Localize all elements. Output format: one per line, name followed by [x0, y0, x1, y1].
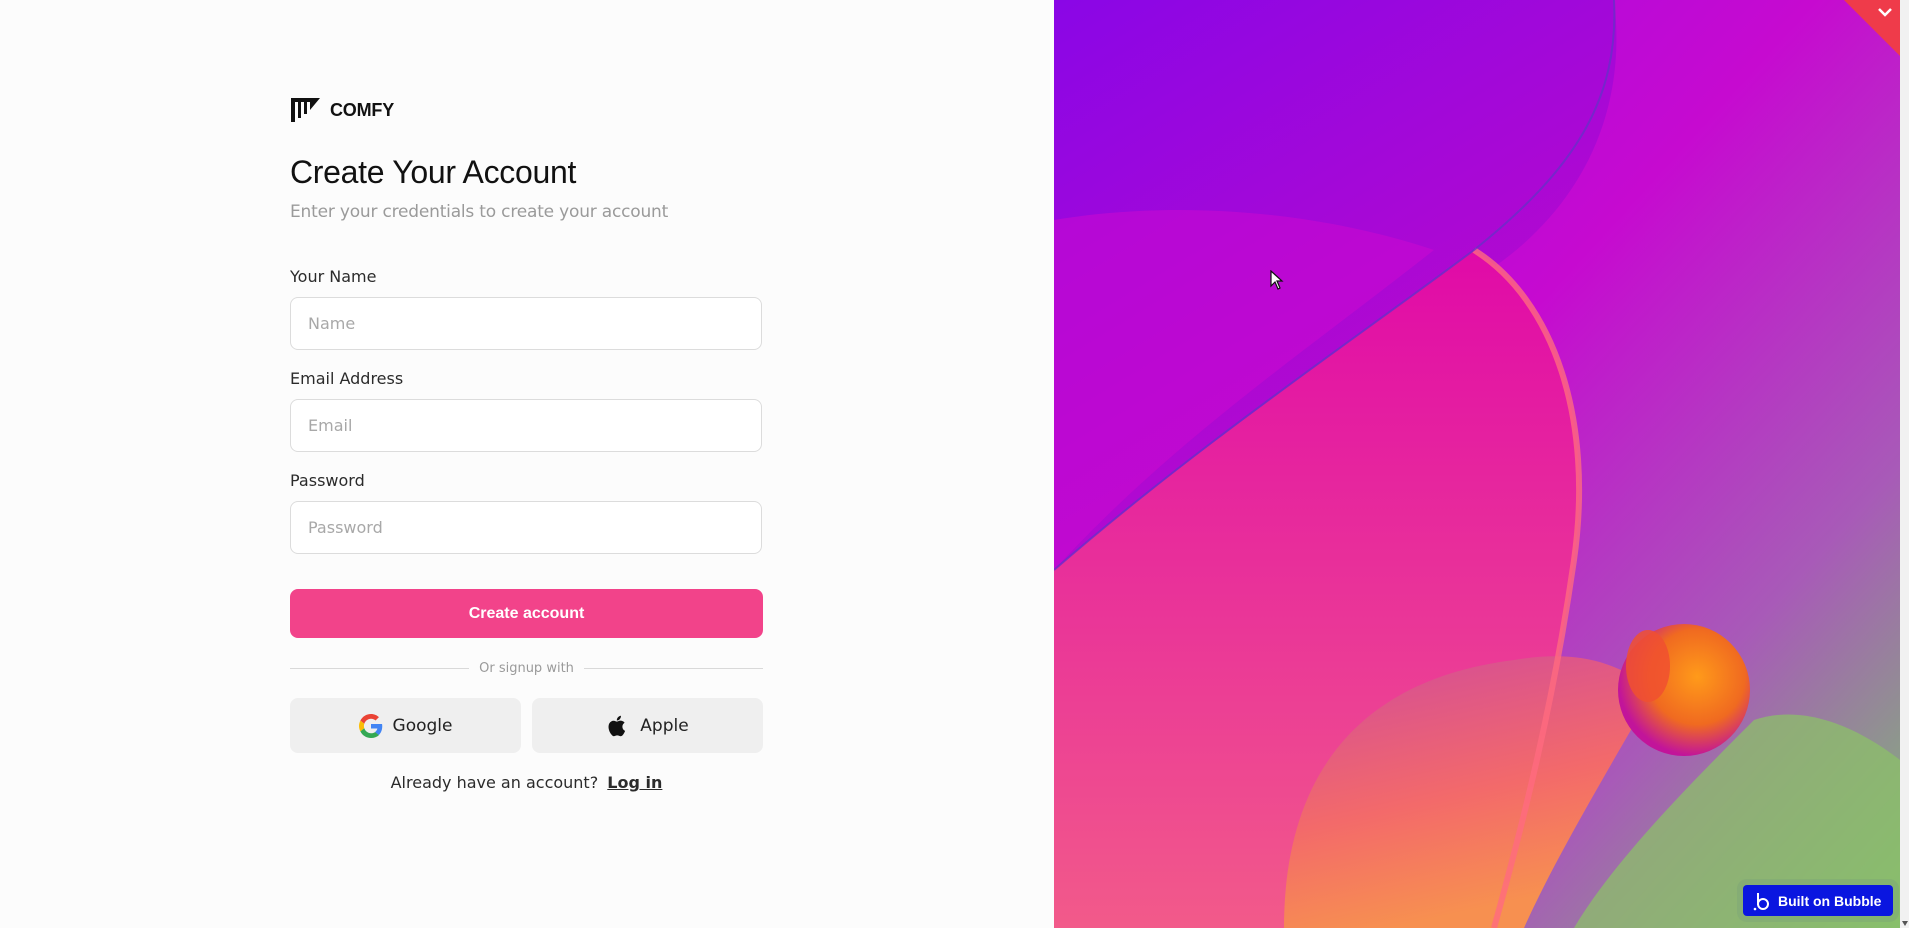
- built-on-bubble-badge[interactable]: Built on Bubble: [1743, 885, 1894, 916]
- hero-art-panel: [1054, 0, 1900, 928]
- login-link[interactable]: Log in: [607, 773, 662, 792]
- comfy-logo-icon: [291, 98, 320, 122]
- password-label: Password: [290, 471, 365, 490]
- login-prompt: Already have an account?: [390, 773, 599, 792]
- login-row: Already have an account? Log in: [290, 773, 763, 792]
- create-account-button[interactable]: Create account: [290, 589, 763, 638]
- corner-ribbon[interactable]: [1844, 0, 1900, 56]
- brand: COMFY: [290, 96, 394, 124]
- divider-line-right: [583, 667, 764, 669]
- apple-label: Apple: [640, 715, 689, 736]
- signup-panel: COMFY Create Your Account Enter your cre…: [0, 0, 1054, 928]
- page-subtitle: Enter your credentials to create your ac…: [290, 202, 669, 222]
- divider-text: Or signup with: [479, 660, 574, 676]
- google-signup-button[interactable]: Google: [290, 698, 521, 753]
- divider-line-left: [290, 667, 470, 669]
- password-field[interactable]: [290, 501, 762, 554]
- signup-divider: Or signup with: [290, 658, 764, 678]
- apple-signup-button[interactable]: Apple: [532, 698, 763, 753]
- google-icon: [358, 713, 382, 738]
- page-title: Create Your Account: [290, 154, 577, 190]
- scroll-down-arrow-icon[interactable]: [1902, 921, 1908, 926]
- page-scrollbar[interactable]: [1900, 0, 1909, 928]
- email-field[interactable]: [290, 399, 762, 452]
- email-label: Email Address: [290, 369, 404, 388]
- mouse-cursor-icon: [1270, 270, 1284, 290]
- name-field[interactable]: [290, 297, 762, 350]
- bubble-badge-label: Built on Bubble: [1778, 892, 1882, 909]
- name-label: Your Name: [290, 267, 377, 286]
- abstract-gradient-art: [1054, 0, 1900, 928]
- apple-icon: [608, 715, 626, 736]
- bubble-icon: [1753, 892, 1769, 910]
- google-label: Google: [392, 715, 453, 736]
- brand-name: COMFY: [330, 99, 394, 120]
